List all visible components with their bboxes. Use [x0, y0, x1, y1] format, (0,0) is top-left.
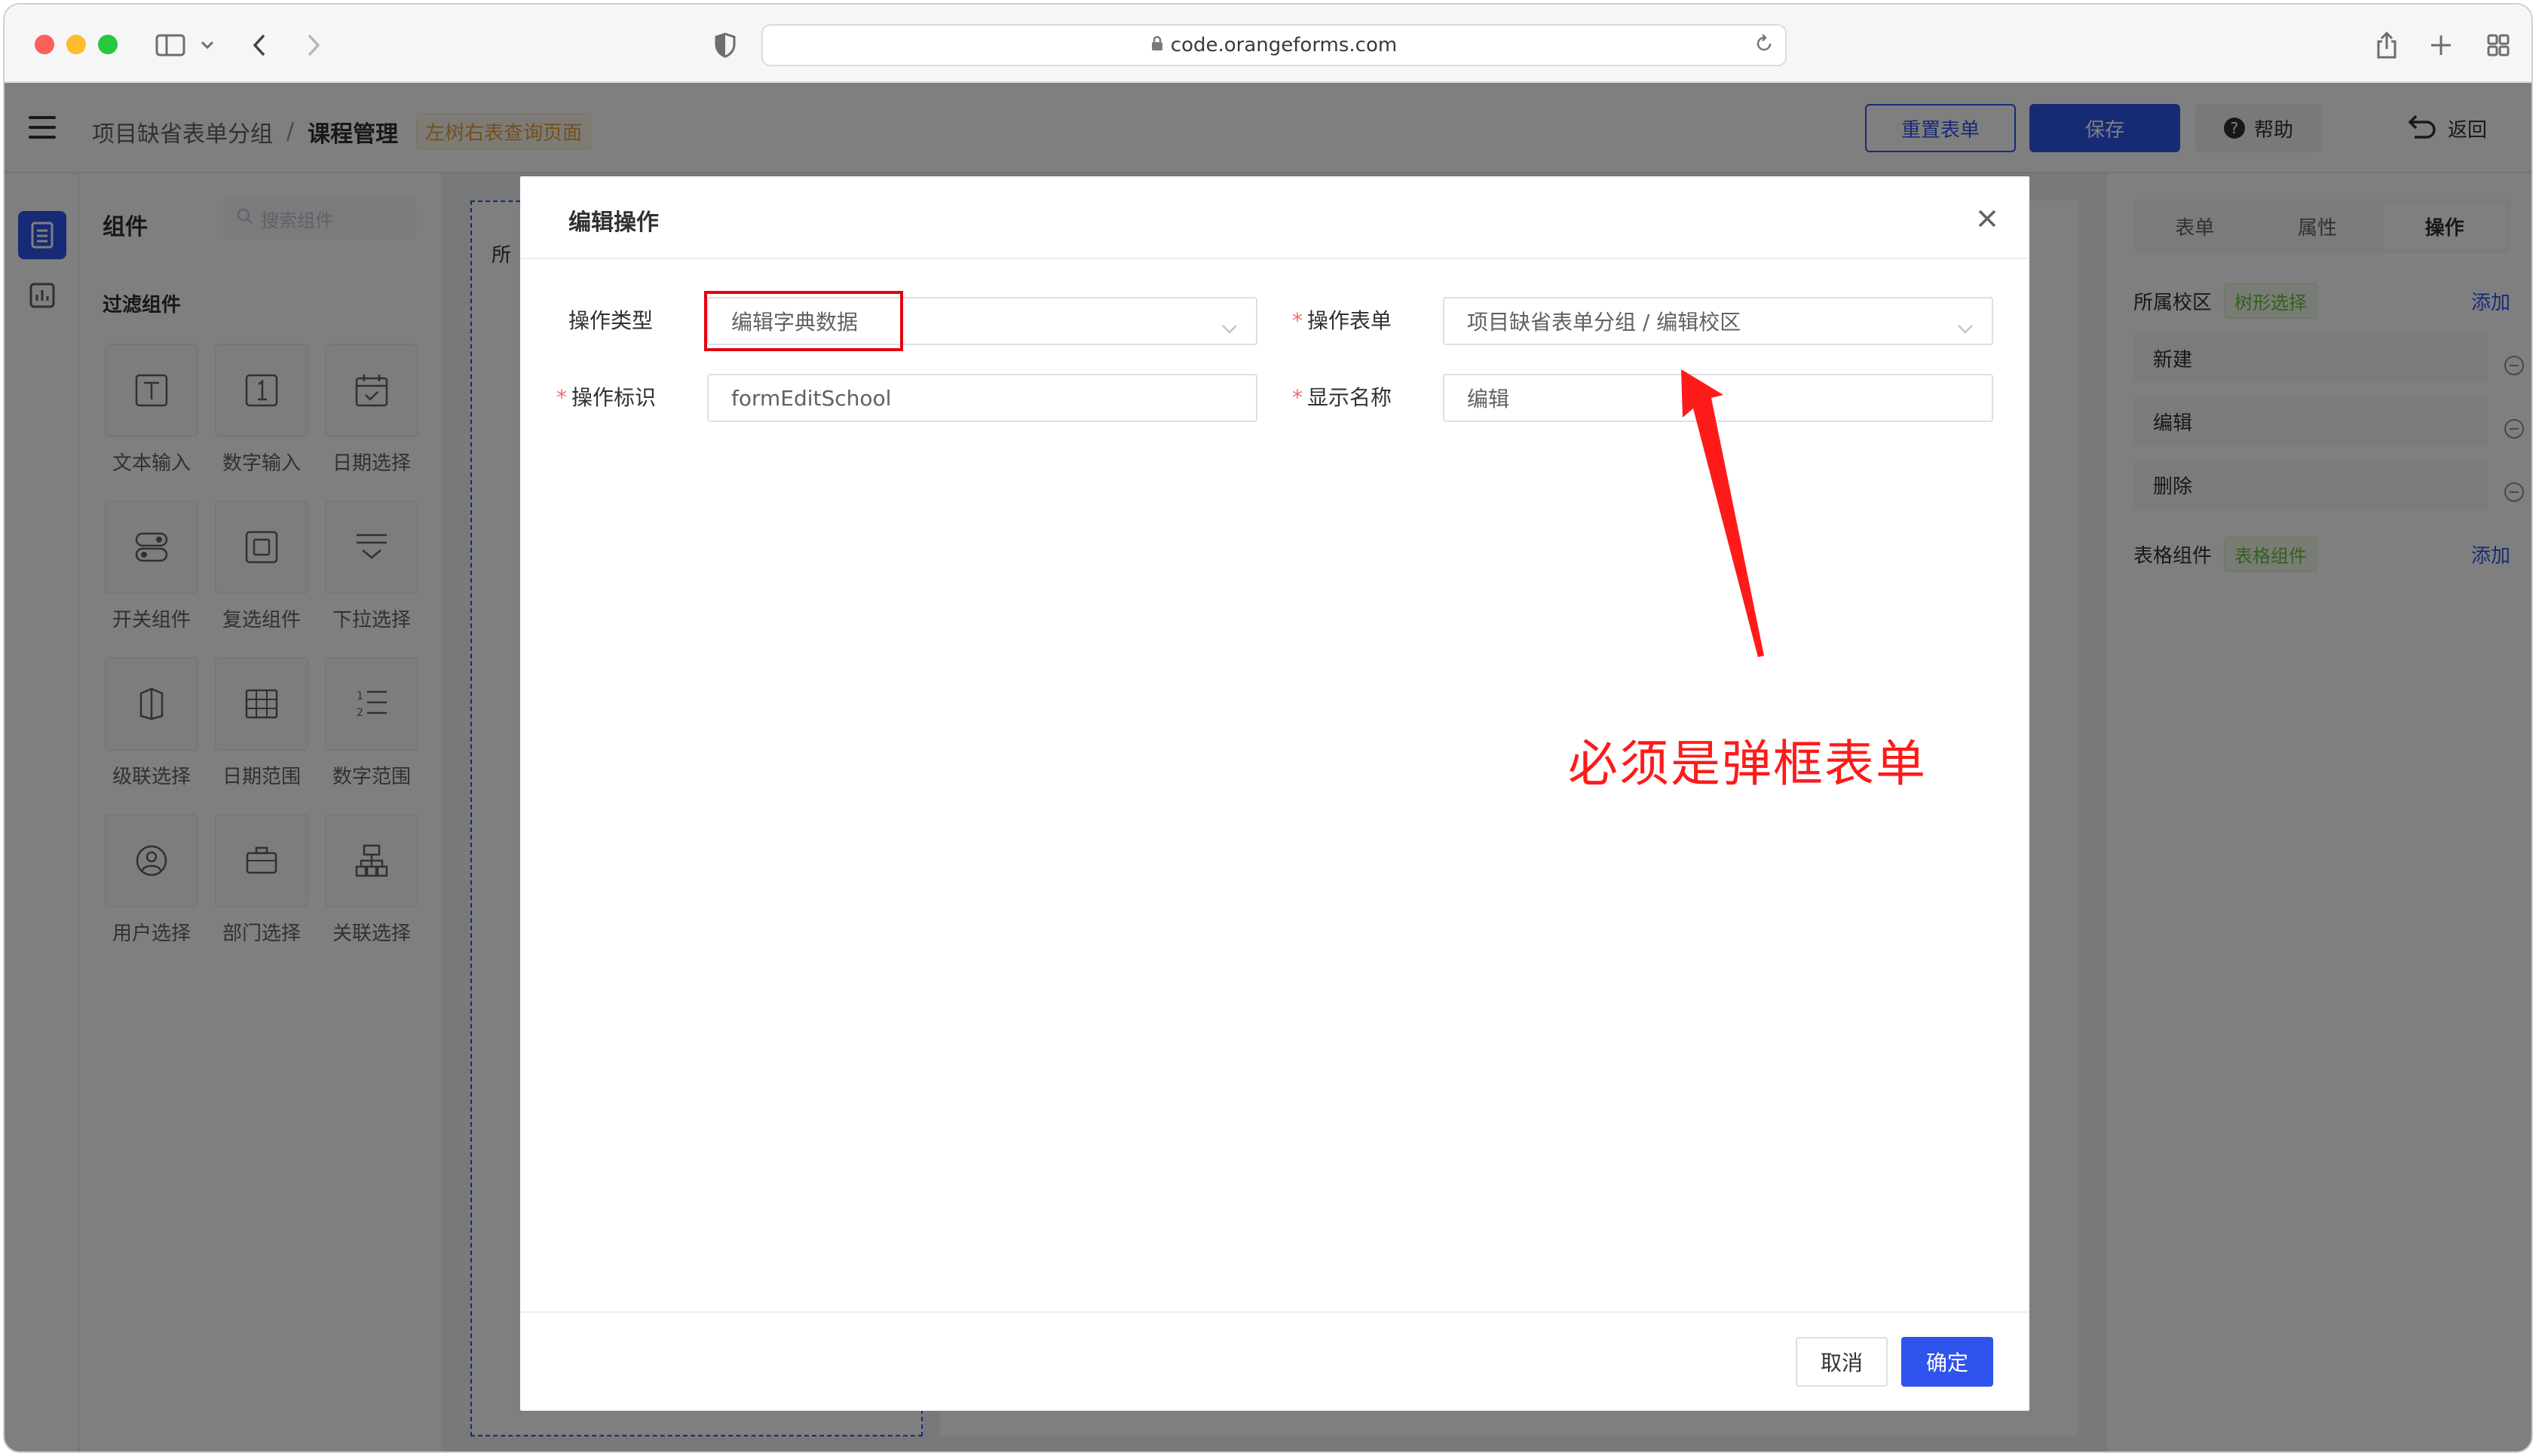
op-form-label: * 操作表单 — [1292, 304, 1392, 335]
browser-window: code.orangeforms.com 项目缺省表单分组 / 课程管理 左树右… — [3, 3, 2533, 1453]
chevron-down-icon[interactable] — [198, 27, 217, 63]
chevron-down-icon — [1957, 315, 1974, 340]
required-mark: * — [556, 385, 567, 410]
cancel-button[interactable]: 取消 — [1796, 1337, 1888, 1387]
minimize-window-button[interactable] — [66, 35, 86, 54]
lock-icon — [1151, 34, 1163, 57]
confirm-button[interactable]: 确定 — [1901, 1337, 1993, 1387]
close-window-button[interactable] — [35, 35, 54, 54]
required-mark: * — [1292, 385, 1303, 410]
op-type-label: 操作类型 — [568, 308, 654, 333]
op-id-input[interactable]: formEditSchool — [707, 374, 1257, 422]
op-form-select[interactable]: 项目缺省表单分组 / 编辑校区 — [1443, 297, 1993, 345]
share-icon[interactable] — [2369, 27, 2405, 63]
shield-icon[interactable] — [709, 27, 742, 63]
annotation-arrow — [1648, 359, 1769, 663]
chevron-down-icon — [1221, 315, 1238, 340]
browser-toolbar: code.orangeforms.com — [5, 5, 2531, 83]
sidebar-toggle-icon[interactable] — [152, 27, 188, 63]
dialog-header: 编辑操作 — [520, 176, 2029, 259]
reload-icon[interactable] — [1753, 33, 1775, 60]
back-nav-icon[interactable] — [244, 27, 274, 63]
tab-overview-icon[interactable] — [2480, 27, 2516, 63]
highlight-annotation-box — [704, 291, 903, 351]
op-id-label: * 操作标识 — [556, 381, 656, 411]
op-form-value: 项目缺省表单分组 / 编辑校区 — [1467, 310, 1741, 335]
op-id-label-text: 操作标识 — [571, 385, 657, 410]
display-name-value: 编辑 — [1467, 387, 1510, 411]
display-name-label: * 显示名称 — [1292, 381, 1392, 411]
forward-nav-icon[interactable] — [299, 27, 329, 63]
close-icon[interactable] — [1975, 206, 1999, 231]
annotation-text: 必须是弹框表单 — [1568, 735, 1927, 793]
url-text: code.orangeforms.com — [1170, 34, 1398, 57]
op-form-label-text: 操作表单 — [1307, 308, 1392, 333]
address-bar[interactable]: code.orangeforms.com — [761, 24, 1787, 66]
dialog-title: 编辑操作 — [568, 210, 659, 236]
op-id-value: formEditSchool — [731, 385, 892, 411]
new-tab-icon[interactable] — [2423, 27, 2459, 63]
display-name-label-text: 显示名称 — [1307, 385, 1392, 410]
required-mark: * — [1292, 308, 1303, 333]
maximize-window-button[interactable] — [98, 35, 118, 54]
